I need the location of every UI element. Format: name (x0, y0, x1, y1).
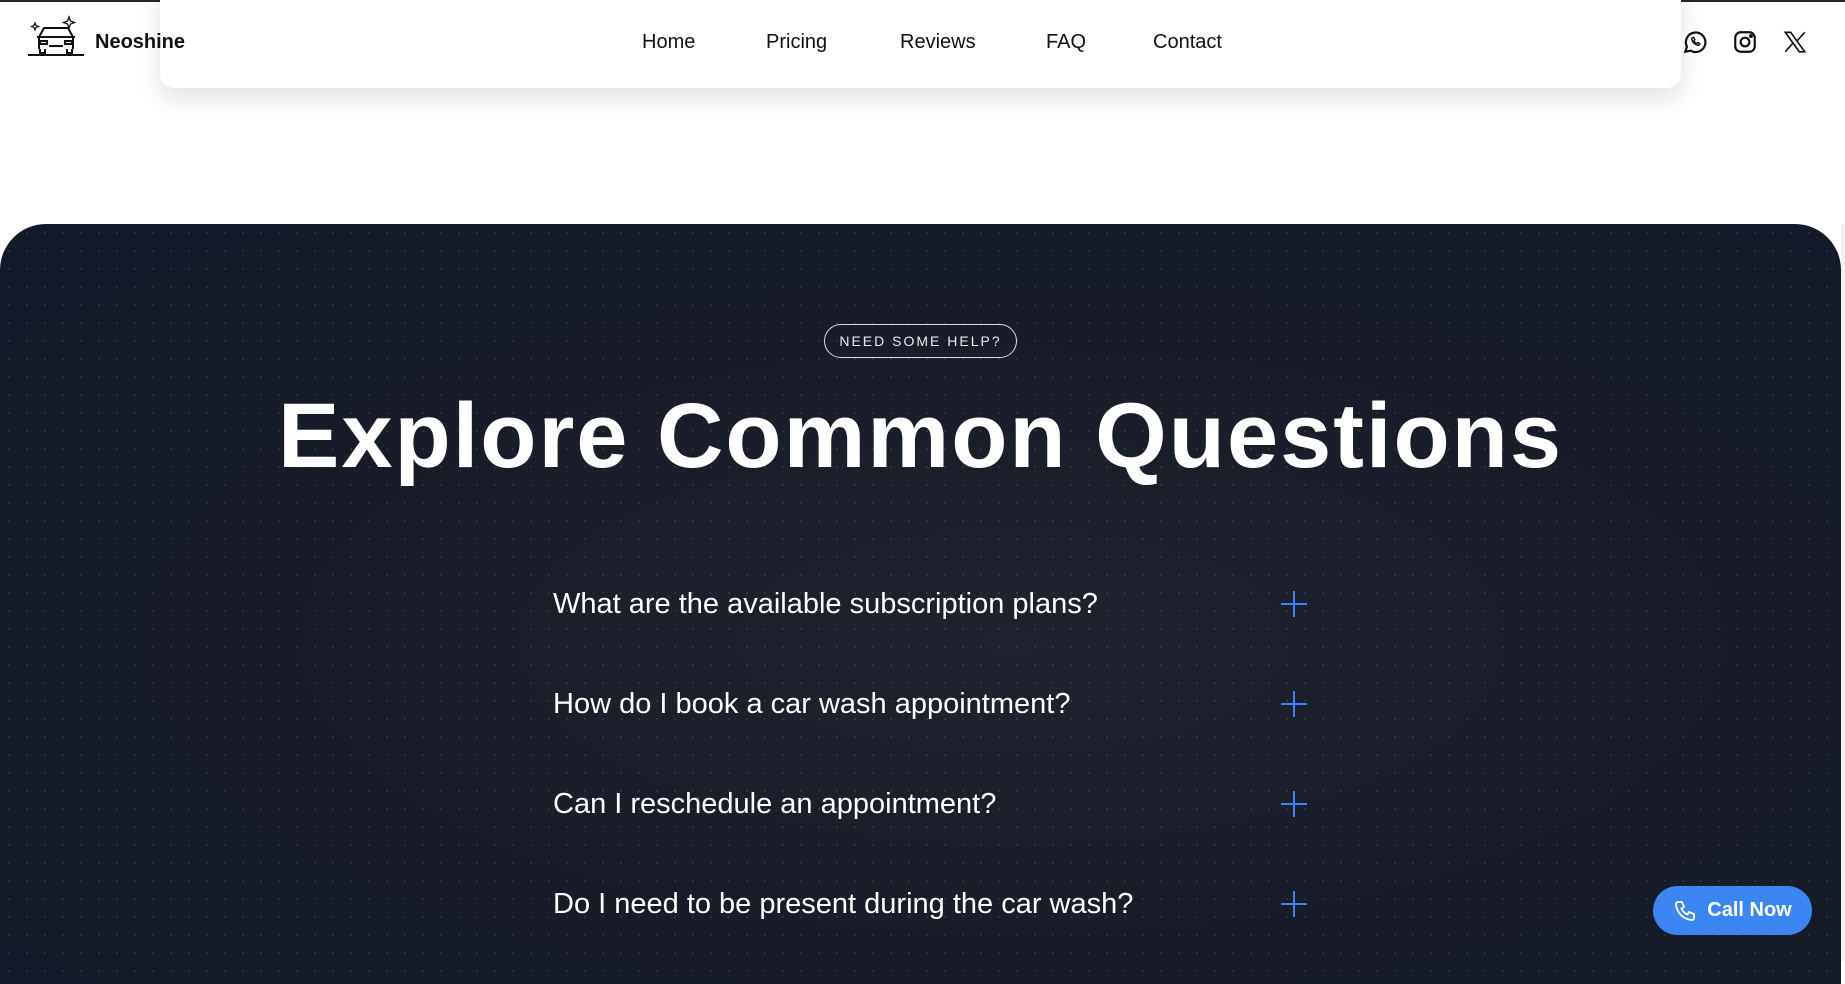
faq-question: What are the available subscription plan… (553, 587, 1098, 620)
brand-name[interactable]: Neoshine (95, 31, 185, 54)
plus-icon[interactable] (1281, 691, 1307, 717)
phone-icon (1675, 900, 1696, 921)
faq-question: Do I need to be present during the car w… (553, 887, 1134, 920)
faq-section: NEED SOME HELP? Explore Common Questions… (0, 224, 1841, 984)
scrollbar[interactable] (1841, 224, 1845, 961)
plus-icon[interactable] (1281, 791, 1307, 817)
car-logo-icon[interactable] (27, 15, 85, 59)
nav-reviews[interactable]: Reviews (900, 31, 976, 54)
call-now-button[interactable]: Call Now (1653, 886, 1812, 935)
x-icon[interactable] (1782, 29, 1808, 55)
call-now-label: Call Now (1707, 899, 1792, 921)
faq-item[interactable]: How do I book a car wash appointment? (553, 674, 1313, 734)
faq-item[interactable]: Do I need to be present during the car w… (553, 874, 1313, 934)
faq-question: How do I book a car wash appointment? (553, 687, 1071, 720)
site-header: Neoshine Home Pricing Reviews FAQ Contac… (0, 2, 1845, 80)
faq-item[interactable]: Can I reschedule an appointment? (553, 774, 1313, 834)
nav-home[interactable]: Home (642, 31, 695, 54)
nav-faq[interactable]: FAQ (1046, 31, 1086, 54)
section-title: Explore Common Questions (277, 385, 1564, 487)
plus-icon[interactable] (1281, 591, 1307, 617)
help-badge: NEED SOME HELP? (824, 324, 1017, 358)
faq-question: Can I reschedule an appointment? (553, 787, 997, 820)
faq-item[interactable]: What are the available subscription plan… (553, 574, 1313, 634)
plus-icon[interactable] (1281, 891, 1307, 917)
nav-contact[interactable]: Contact (1153, 31, 1222, 54)
instagram-icon[interactable] (1732, 29, 1758, 55)
nav-pricing[interactable]: Pricing (766, 31, 827, 54)
whatsapp-icon[interactable] (1682, 29, 1708, 55)
